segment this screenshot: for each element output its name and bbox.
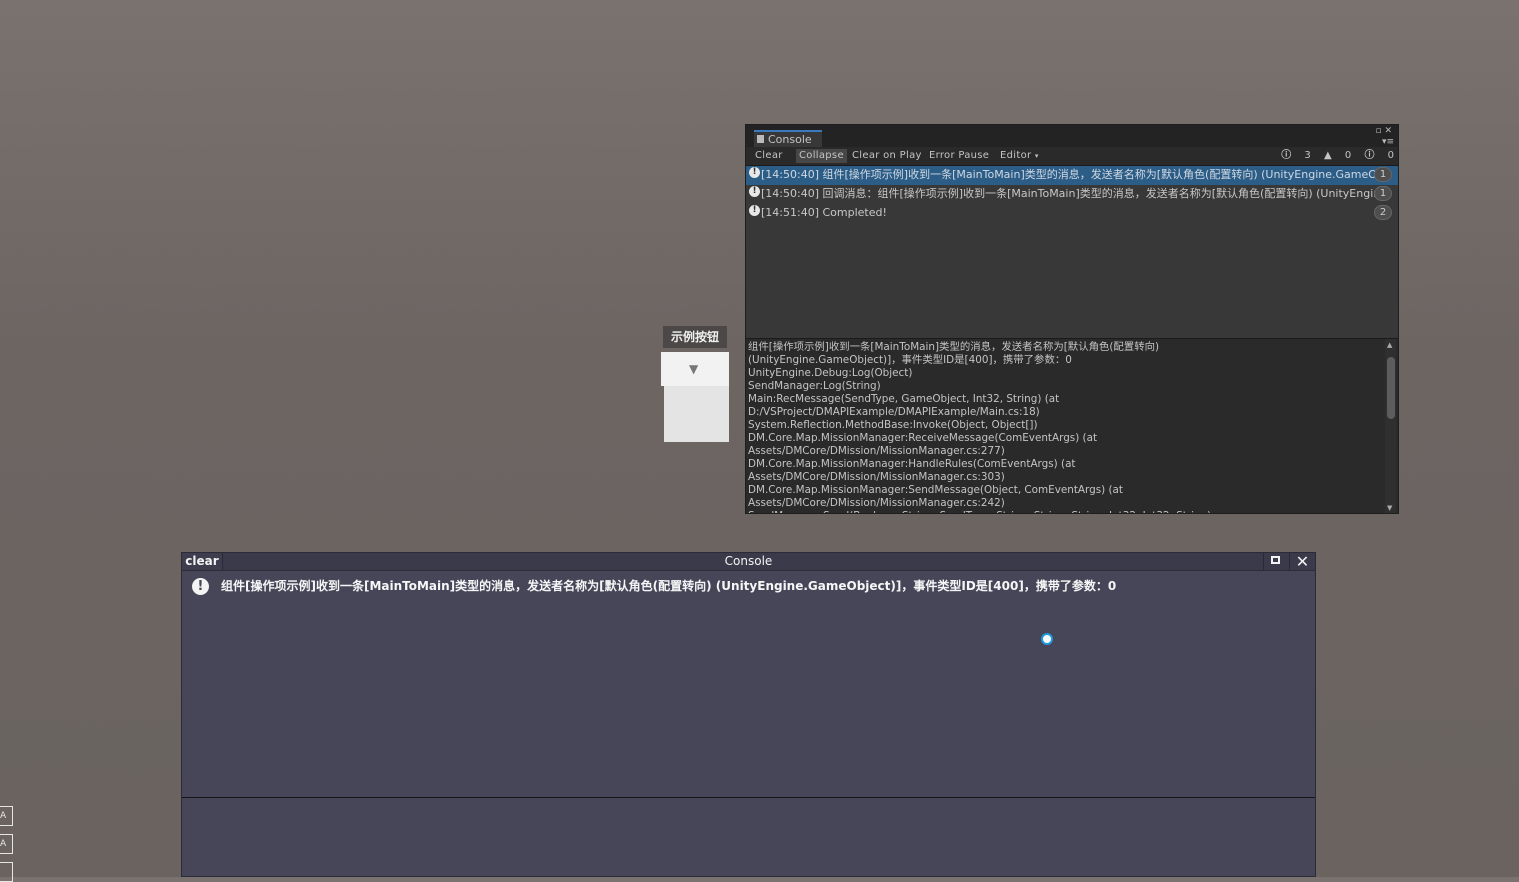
log-entry-count: 1 xyxy=(1374,167,1392,182)
log-entry-count: 2 xyxy=(1374,205,1392,220)
side-button[interactable]: A xyxy=(0,806,13,826)
console-title: Console xyxy=(724,554,773,568)
error-count: 0 xyxy=(1387,150,1394,161)
clear-on-play-toggle[interactable]: Clear on Play xyxy=(849,149,925,163)
stack-trace-line: UnityEngine.Debug:Log(Object) xyxy=(748,367,913,379)
error-pause-toggle[interactable]: Error Pause xyxy=(926,149,992,163)
console-message-text: 组件[操作项示例]收到一条[MainToMain]类型的消息，发送者名称为[默认… xyxy=(221,579,1117,593)
stack-trace-line: System.Reflection.MethodBase:Invoke(Obje… xyxy=(748,419,1038,431)
console-title-bar: Console clear ✕ xyxy=(182,553,1315,571)
stack-trace-line: Assets/DMCore/DMission/MissionManager.cs… xyxy=(748,471,1005,483)
stack-trace-line: (UnityEngine.GameObject)]，事件类型ID是[400]，携… xyxy=(748,354,1072,366)
maximize-icon xyxy=(1271,556,1280,564)
game-console-panel: Console clear ✕ ! 组件[操作项示例]收到一条[MainToMa… xyxy=(181,552,1316,877)
chevron-down-icon: ▾ xyxy=(1034,152,1039,160)
info-icon: ! xyxy=(749,186,760,197)
console-message[interactable]: ! 组件[操作项示例]收到一条[MainToMain]类型的消息，发送者名称为[… xyxy=(190,578,1305,596)
warning-icon: ▲ xyxy=(1323,150,1332,161)
error-icon: ⓘ xyxy=(1364,150,1375,161)
log-entry[interactable]: ! [14:51:40] Completed! 2 xyxy=(746,204,1398,223)
window-menu-icon[interactable]: ▾≡ xyxy=(1382,137,1394,147)
stack-trace-line: SendManager:Log(String) xyxy=(748,380,881,392)
stack-trace-line: DM.Core.Map.MissionManager:HandleRules(C… xyxy=(748,458,1076,470)
close-button[interactable]: ✕ xyxy=(1289,553,1315,570)
info-count-toggle[interactable]: ⓘ 3 xyxy=(1281,149,1311,163)
tab-console[interactable]: Console xyxy=(754,130,822,147)
info-icon: ! xyxy=(749,205,760,216)
stack-trace-line: DM.Core.Map.MissionManager:ReceiveMessag… xyxy=(748,432,1098,444)
cursor-marker xyxy=(1041,633,1053,645)
warning-count-toggle[interactable]: ▲ 0 xyxy=(1324,149,1351,163)
scene-cube: ▼ xyxy=(661,352,729,442)
log-entry-count: 1 xyxy=(1374,186,1392,201)
stack-trace-line: Assets/DMCore/DMission/MissionManager.cs… xyxy=(748,445,1005,457)
unity-console-window: Console ▫ ✕ ▾≡ Clear Collapse Clear on P… xyxy=(745,124,1399,514)
tab-bar: Console ▫ ✕ ▾≡ xyxy=(746,125,1398,147)
info-icon: ⓘ xyxy=(1281,150,1292,161)
clear-button[interactable]: Clear xyxy=(752,149,786,163)
console-toolbar: Clear Collapse Clear on Play Error Pause… xyxy=(746,147,1398,166)
stack-trace-line: Main:RecMessage(SendType, GameObject, In… xyxy=(748,393,1060,405)
info-icon: ! xyxy=(749,167,760,178)
maximize-button[interactable] xyxy=(1263,553,1289,570)
error-count-toggle[interactable]: ⓘ 0 xyxy=(1364,149,1394,163)
scrollbar-thumb[interactable] xyxy=(1387,357,1395,419)
cube-front-face xyxy=(664,386,729,442)
window-controls[interactable]: ▫ ✕ xyxy=(1375,126,1392,136)
stack-trace-line: DM.Core.Map.MissionManager:SendMessage(O… xyxy=(748,484,1123,496)
stack-trace-line: D:/VSProject/DMAPIExample/DMAPIExample/M… xyxy=(748,406,1040,418)
editor-dropdown[interactable]: Editor ▾ xyxy=(997,149,1042,163)
side-button[interactable] xyxy=(0,862,13,882)
stack-trace-text: 组件[操作项示例]收到一条[MainToMain]类型的消息，发送者名称为[默认… xyxy=(748,341,1382,513)
log-detail-pane[interactable]: 组件[操作项示例]收到一条[MainToMain]类型的消息，发送者名称为[默认… xyxy=(746,338,1398,513)
divider xyxy=(182,797,1315,798)
log-counts: ⓘ 3 ▲ 0 ⓘ 0 xyxy=(1271,149,1394,163)
triangle-down-icon: ▼ xyxy=(689,362,699,376)
close-icon: ✕ xyxy=(1295,552,1310,571)
scroll-down-icon[interactable]: ▼ xyxy=(1387,504,1392,512)
log-entry[interactable]: ! [14:50:40] 组件[操作项示例]收到一条[MainToMain]类型… xyxy=(746,166,1398,185)
side-button[interactable]: A xyxy=(0,834,13,854)
scroll-up-icon[interactable]: ▲ xyxy=(1387,341,1392,349)
stack-trace-line: Assets/DMCore/DMission/MissionManager.cs… xyxy=(748,497,1005,509)
editor-dropdown-label: Editor xyxy=(1000,150,1032,161)
info-icon: ! xyxy=(192,578,209,595)
example-button[interactable]: 示例按钮 xyxy=(663,326,727,348)
clear-button[interactable]: clear xyxy=(182,553,223,570)
warning-count: 0 xyxy=(1344,150,1352,161)
detail-scrollbar[interactable]: ▲ ▼ xyxy=(1385,339,1396,513)
stack-trace-line: 组件[操作项示例]收到一条[MainToMain]类型的消息，发送者名称为[默认… xyxy=(748,341,1160,353)
log-entry-text: [14:50:40] 组件[操作项示例]收到一条[MainToMain]类型的消… xyxy=(761,168,1376,181)
log-list: ! [14:50:40] 组件[操作项示例]收到一条[MainToMain]类型… xyxy=(746,166,1398,338)
collapse-toggle[interactable]: Collapse xyxy=(796,149,847,163)
console-icon xyxy=(757,135,764,143)
info-count: 3 xyxy=(1304,150,1311,161)
stack-trace-line: SendManager:Send(Boolean, String, SendTy… xyxy=(748,510,1382,513)
log-entry[interactable]: ! [14:50:40] 回调消息：组件[操作项示例]收到一条[MainToMa… xyxy=(746,185,1398,204)
tab-console-label: Console xyxy=(768,133,812,146)
log-entry-text: [14:50:40] 回调消息：组件[操作项示例]收到一条[MainToMain… xyxy=(761,187,1376,200)
log-entry-text: [14:51:40] Completed! xyxy=(761,206,887,219)
